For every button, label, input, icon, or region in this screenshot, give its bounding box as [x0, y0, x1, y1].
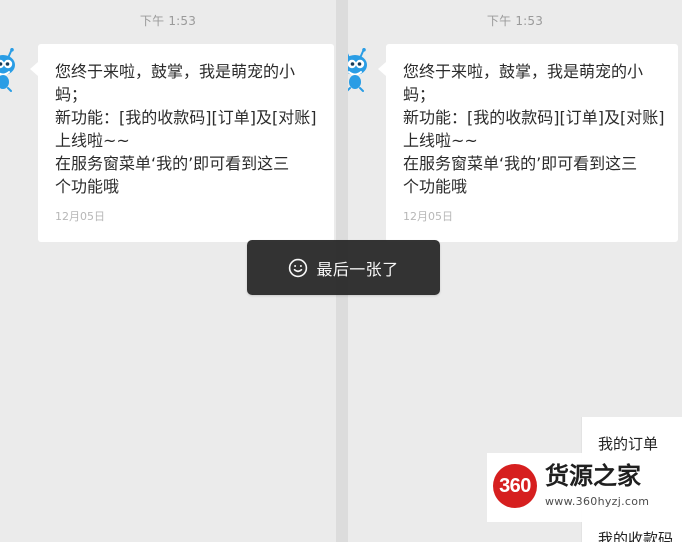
message-line: 上线啦~~ [403, 131, 478, 150]
message-line: 您终于来啦，鼓掌，我是萌宠的小 [55, 62, 296, 81]
message-line: 个功能哦 [403, 177, 468, 196]
message-line: 蚂； [403, 85, 436, 104]
watermark-title: 货源之家 [545, 462, 641, 490]
right-message-bubble: 您终于来啦，鼓掌，我是萌宠的小 蚂； 新功能：[我的收款码][订单]及[对账] … [378, 44, 678, 242]
watermark-url: www.360hyzj.com [545, 495, 650, 508]
message-line: 在服务窗菜单‘我的’即可看到这三 [55, 154, 290, 173]
message-line: 新功能：[我的收款码][订单]及[对账] [55, 108, 317, 127]
360-logo: 360 [493, 464, 537, 508]
ant-avatar-icon [348, 48, 370, 92]
message-line: 新功能：[我的收款码][订单]及[对账] [403, 108, 665, 127]
menu-item-my-payment-code[interactable]: 我的收款码 [598, 528, 673, 542]
watermark: 360 货源之家 www.360hyzj.com [487, 453, 682, 522]
message-line: 在服务窗菜单‘我的’即可看到这三 [403, 154, 638, 173]
left-message-text: 您终于来啦，鼓掌，我是萌宠的小 蚂； 新功能：[我的收款码][订单]及[对账] … [55, 60, 317, 198]
left-timestamp: 下午 1:53 [139, 14, 197, 28]
message-line: 上线啦~~ [55, 131, 130, 150]
right-message-text: 您终于来啦，鼓掌，我是萌宠的小 蚂； 新功能：[我的收款码][订单]及[对账] … [403, 60, 665, 198]
right-message-date: 12月05日 [403, 210, 453, 223]
smile-icon [288, 258, 308, 278]
message-line: 您终于来啦，鼓掌，我是萌宠的小 [403, 62, 644, 81]
message-line: 蚂； [55, 85, 88, 104]
toast-text: 最后一张了 [316, 259, 399, 279]
message-line: 个功能哦 [55, 177, 120, 196]
last-image-toast: 最后一张了 [247, 240, 440, 295]
left-message-bubble: 您终于来啦，鼓掌，我是萌宠的小 蚂； 新功能：[我的收款码][订单]及[对账] … [30, 44, 334, 242]
left-message-date: 12月05日 [55, 210, 105, 223]
ant-avatar-icon [0, 48, 18, 92]
image-viewer-screen: 下午 1:53 您终于来啦，鼓掌，我是萌宠的小 蚂； 新功能：[我的收款码][订… [0, 0, 682, 542]
menu-item-my-orders[interactable]: 我的订单 [598, 433, 658, 454]
right-timestamp: 下午 1:53 [486, 14, 544, 28]
